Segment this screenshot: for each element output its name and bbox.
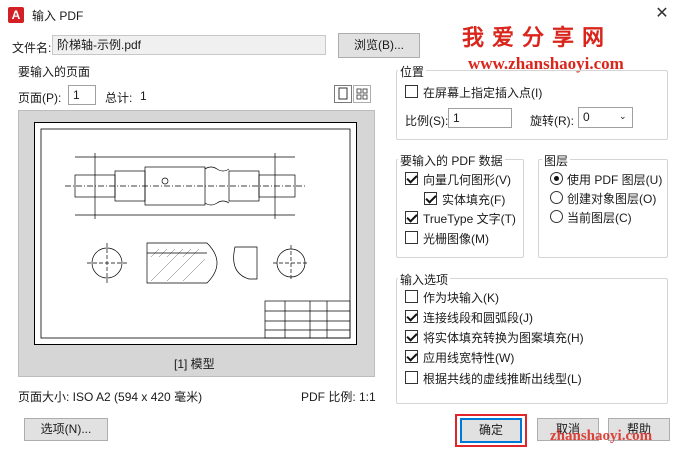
total-value: 1 <box>140 89 147 103</box>
browse-button[interactable]: 浏览(B)... <box>338 33 420 58</box>
as-block-label: 作为块输入(K) <box>423 291 499 305</box>
single-page-view-icon[interactable] <box>334 85 352 103</box>
rotation-value: 0 <box>583 110 590 124</box>
truetype-text-checkbox[interactable] <box>405 211 418 224</box>
use-pdf-layers-radio[interactable] <box>550 172 563 185</box>
page-size-label: 页面大小: ISO A2 (594 x 420 毫米) <box>18 390 203 404</box>
close-icon[interactable]: ✕ <box>652 4 672 24</box>
autocad-app-icon: A <box>8 7 24 23</box>
preview-caption: [1] 模型 <box>174 357 215 371</box>
create-object-layers-label: 创建对象图层(O) <box>567 192 657 206</box>
current-layer-radio[interactable] <box>550 210 563 223</box>
solid-fill-label: 实体填充(F) <box>442 193 506 207</box>
page-input[interactable]: 1 <box>68 85 96 105</box>
truetype-text-label: TrueType 文字(T) <box>423 212 516 226</box>
specify-on-screen-checkbox[interactable] <box>405 85 418 98</box>
thumbnail-grid-view-icon[interactable] <box>353 85 371 103</box>
chevron-down-icon: ⌄ <box>619 111 627 121</box>
ok-button[interactable]: 确定 <box>460 418 522 443</box>
file-name-field: 阶梯轴-示例.pdf <box>52 35 326 55</box>
rotation-label: 旋转(R): <box>530 114 574 128</box>
join-segments-checkbox[interactable] <box>405 310 418 323</box>
convert-solid-fills-label: 将实体填充转换为图案填充(H) <box>423 331 584 345</box>
solid-fill-checkbox[interactable] <box>424 192 437 205</box>
import-options-group-title: 输入选项 <box>398 271 451 288</box>
convert-solid-fills-checkbox[interactable] <box>405 330 418 343</box>
pdf-scale-label: PDF 比例: 1:1 <box>301 390 376 404</box>
position-group <box>396 70 668 140</box>
as-block-checkbox[interactable] <box>405 290 418 303</box>
current-layer-label: 当前图层(C) <box>567 211 632 225</box>
use-pdf-layers-label: 使用 PDF 图层(U) <box>567 173 663 187</box>
create-object-layers-radio[interactable] <box>550 191 563 204</box>
page-label: 页面(P): <box>18 91 62 105</box>
raster-images-label: 光栅图像(M) <box>423 232 489 246</box>
drawing-thumbnail <box>34 122 357 345</box>
vector-geometry-label: 向量几何图形(V) <box>423 173 511 187</box>
vector-geometry-checkbox[interactable] <box>405 172 418 185</box>
watermark-url-bottom: zhanshaoyi.com <box>550 428 653 444</box>
options-button[interactable]: 选项(N)... <box>24 418 108 441</box>
join-segments-label: 连接线段和圆弧段(J) <box>423 311 533 325</box>
apply-lineweight-label: 应用线宽特性(W) <box>423 351 515 365</box>
position-group-title: 位置 <box>398 63 427 80</box>
total-label: 总计: <box>105 91 133 105</box>
watermark-text: 我爱分享网 <box>462 26 613 51</box>
specify-on-screen-label: 在屏幕上指定插入点(I) <box>423 86 543 100</box>
infer-linetypes-checkbox[interactable] <box>405 371 418 384</box>
layers-group-title: 图层 <box>542 152 571 169</box>
window-title: 输入 PDF <box>32 9 84 23</box>
infer-linetypes-label: 根据共线的虚线推断出线型(L) <box>423 372 582 386</box>
file-name-label: 文件名: <box>12 41 52 55</box>
scale-input[interactable]: 1 <box>448 108 512 128</box>
pages-group-title: 要输入的页面 <box>18 65 91 79</box>
apply-lineweight-checkbox[interactable] <box>405 350 418 363</box>
scale-label: 比例(S): <box>405 114 449 128</box>
pdf-data-group-title: 要输入的 PDF 数据 <box>398 152 505 169</box>
raster-images-checkbox[interactable] <box>405 231 418 244</box>
